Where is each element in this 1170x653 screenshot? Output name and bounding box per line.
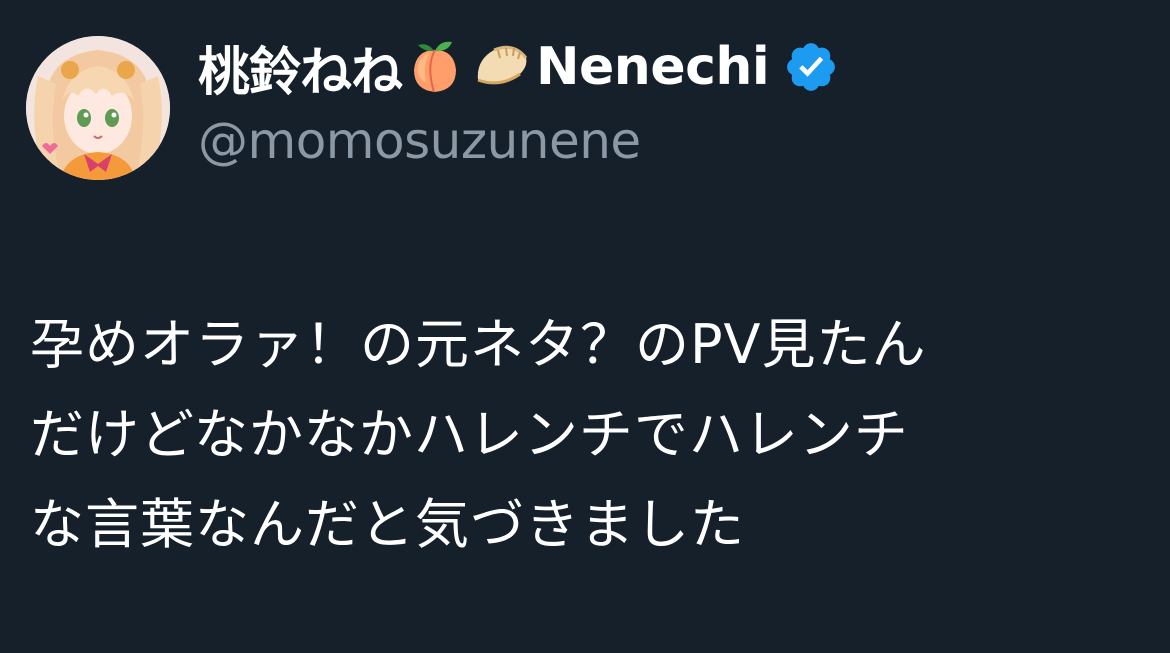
tweet-header: 桃鈴ねね Nenechi @momosuzunene — [26, 36, 839, 180]
tweet-text-line: な言葉なんだと気づきました — [30, 493, 745, 556]
author-name-row[interactable]: 桃鈴ねね Nenechi — [198, 30, 839, 105]
nickname[interactable]: Nenechi — [536, 37, 770, 97]
verified-badge-icon[interactable] — [783, 39, 839, 95]
tweet-text-line: 孕めオラァ！の元ネタ？のPV見たん — [30, 313, 927, 376]
author-names: 桃鈴ねね Nenechi @momosuzunene — [198, 36, 839, 170]
avatar-image — [26, 36, 170, 180]
author-handle[interactable]: @momosuzunene — [198, 112, 839, 170]
peach-emoji-icon — [404, 36, 466, 98]
avatar[interactable] — [26, 36, 170, 180]
dumpling-emoji-icon — [470, 36, 532, 98]
display-name[interactable]: 桃鈴ねね — [198, 30, 403, 105]
tweet-text-line: だけどなかなかハレンチでハレンチ — [30, 403, 909, 466]
tweet-card: 桃鈴ねね Nenechi @momosuzunene 孕めオラァ！の元ネタ？のP… — [0, 0, 1170, 653]
tweet-text: 孕めオラァ！の元ネタ？のPV見たん だけどなかなかハレンチでハレンチ な言葉なん… — [30, 300, 1140, 570]
